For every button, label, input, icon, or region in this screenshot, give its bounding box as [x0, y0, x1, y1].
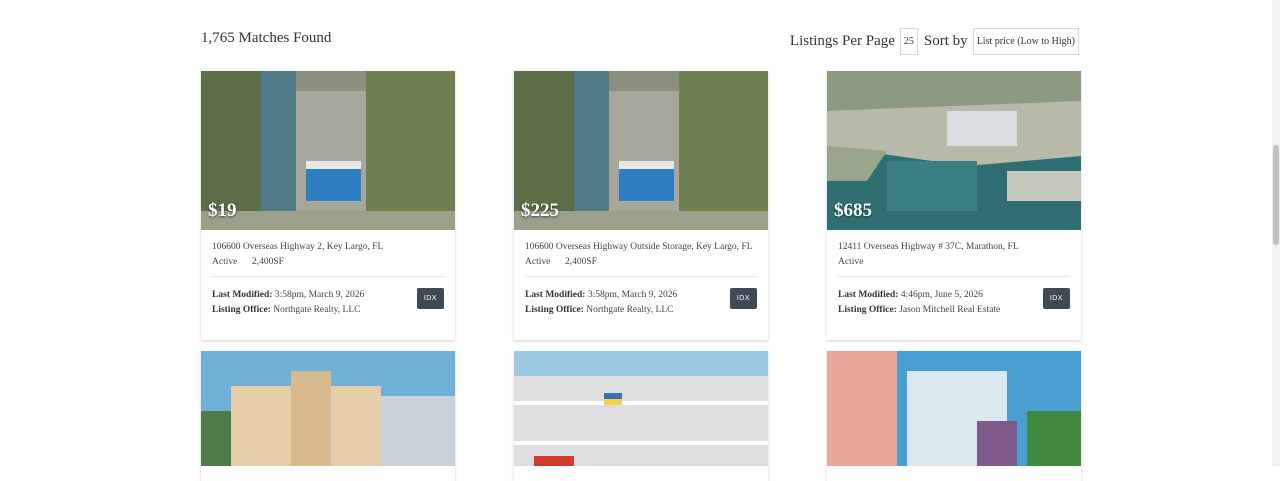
listing-photo[interactable] — [827, 351, 1081, 466]
office-label: Listing Office: — [212, 305, 271, 315]
listing-card[interactable] — [201, 351, 455, 481]
page-scrollbar[interactable] — [1272, 0, 1280, 466]
sort-select[interactable]: List price (Low to High) — [972, 28, 1079, 55]
idx-badge: IDX — [1042, 288, 1070, 309]
listing-card[interactable]: $685 12411 Overseas Highway # 37C, Marat… — [827, 71, 1081, 340]
listing-card[interactable]: $225 106600 Overseas Highway Outside Sto… — [514, 71, 768, 340]
matches-count: 1,765 Matches Found — [201, 30, 332, 46]
office-label: Listing Office: — [838, 305, 897, 315]
listing-size: 2,400SF — [565, 257, 597, 267]
office-value: Northgate Realty, LLC — [273, 305, 361, 315]
listing-photo[interactable]: $685 — [827, 71, 1081, 230]
listing-card[interactable]: $19 106600 Overseas Highway 2, Key Largo… — [201, 71, 455, 340]
listing-card[interactable] — [514, 351, 768, 481]
modified-value: 3:58pm, March 9, 2026 — [274, 290, 365, 300]
idx-badge: IDX — [729, 288, 757, 309]
listing-status: Active — [838, 257, 864, 267]
modified-label: Last Modified: — [212, 290, 273, 300]
listing-size: 2,400SF — [252, 257, 284, 267]
listing-address[interactable]: 106600 Overseas Highway 2, Key Largo, FL — [212, 240, 444, 255]
listing-status: Active — [212, 257, 238, 267]
modified-value: 3:58pm, March 9, 2026 — [587, 290, 678, 300]
per-page-select[interactable]: 25 — [899, 28, 918, 55]
listing-card[interactable] — [827, 351, 1081, 481]
listing-address[interactable]: 12411 Overseas Highway # 37C, Marathon, … — [838, 240, 1070, 255]
modified-value: 4:46pm, June 5, 2026 — [900, 290, 983, 300]
office-value: Jason Mitchell Real Estate — [899, 305, 1001, 315]
listing-price: $19 — [208, 200, 237, 221]
listing-price: $225 — [521, 200, 559, 221]
listing-photo[interactable] — [514, 351, 768, 466]
listing-status: Active — [525, 257, 551, 267]
modified-label: Last Modified: — [838, 290, 899, 300]
scrollbar-thumb[interactable] — [1273, 145, 1279, 245]
listing-address[interactable]: 106600 Overseas Highway Outside Storage,… — [525, 240, 757, 255]
office-label: Listing Office: — [525, 305, 584, 315]
listing-toolbar: Listings Per Page 25 Sort by List price … — [790, 28, 1079, 55]
listing-price: $685 — [834, 200, 872, 221]
listing-photo[interactable]: $19 — [201, 71, 455, 230]
idx-badge: IDX — [416, 288, 444, 309]
per-page-label: Listings Per Page — [789, 33, 895, 49]
sort-label: Sort by — [923, 33, 968, 49]
listing-photo[interactable] — [201, 351, 455, 466]
office-value: Northgate Realty, LLC — [586, 305, 674, 315]
modified-label: Last Modified: — [525, 290, 586, 300]
listing-photo[interactable]: $225 — [514, 71, 768, 230]
